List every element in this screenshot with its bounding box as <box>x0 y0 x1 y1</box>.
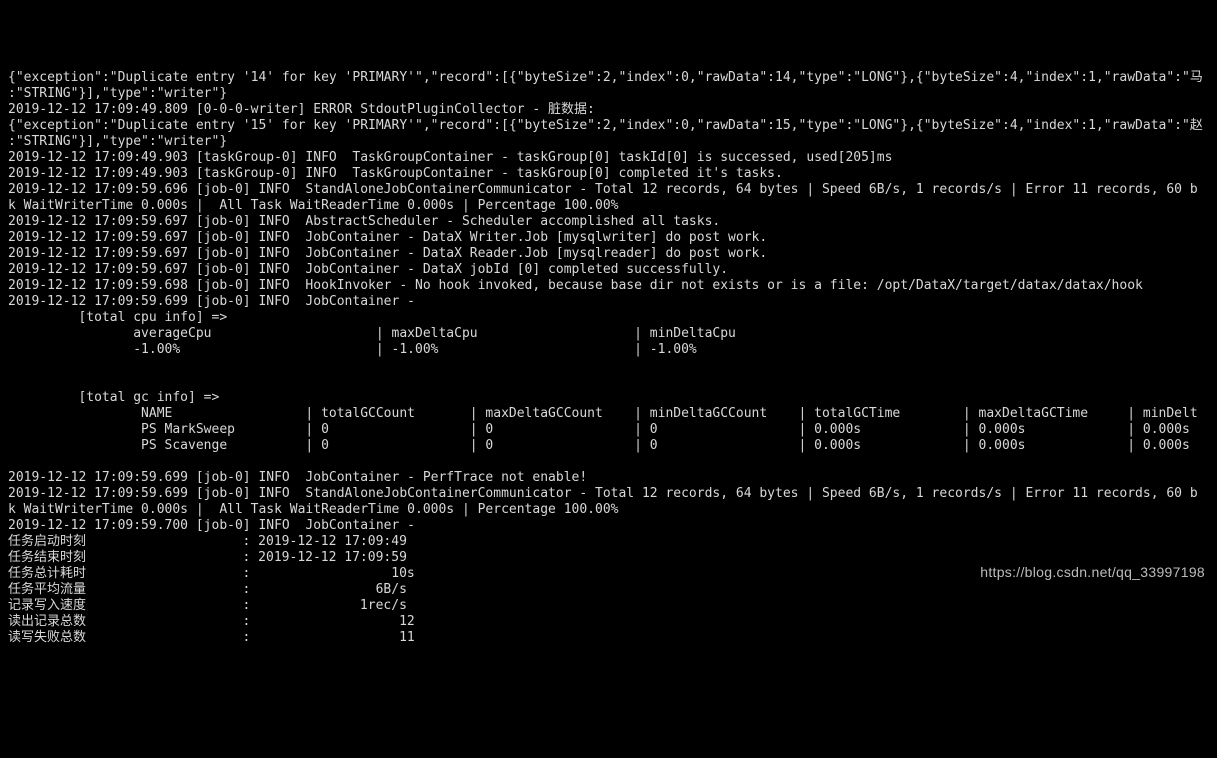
log-line: {"exception":"Duplicate entry '15' for k… <box>8 118 1209 134</box>
log-line: 2019-12-12 17:09:59.699 [job-0] INFO Job… <box>8 294 1209 310</box>
log-line: 2019-12-12 17:09:59.698 [job-0] INFO Hoo… <box>8 278 1209 294</box>
log-line: 2019-12-12 17:09:49.903 [taskGroup-0] IN… <box>8 150 1209 166</box>
terminal-output: {"exception":"Duplicate entry '14' for k… <box>8 70 1209 646</box>
log-line: 2019-12-12 17:09:59.697 [job-0] INFO Job… <box>8 246 1209 262</box>
log-line: 2019-12-12 17:09:59.697 [job-0] INFO Job… <box>8 262 1209 278</box>
log-line: 2019-12-12 17:09:59.700 [job-0] INFO Job… <box>8 518 1209 534</box>
log-line: 2019-12-12 17:09:59.696 [job-0] INFO Sta… <box>8 182 1209 198</box>
log-line: -1.00% | -1.00% | -1.00% <box>8 342 1209 358</box>
log-line: k WaitWriterTime 0.000s | All Task WaitR… <box>8 198 1209 214</box>
log-line: 2019-12-12 17:09:59.697 [job-0] INFO Abs… <box>8 214 1209 230</box>
log-line: 2019-12-12 17:09:59.699 [job-0] INFO Sta… <box>8 486 1209 502</box>
log-line: :"STRING"}],"type":"writer"} <box>8 86 1209 102</box>
log-line: PS MarkSweep | 0 | 0 | 0 | 0.000s | 0.00… <box>8 422 1209 438</box>
log-line <box>8 358 1209 374</box>
log-line: [total gc info] => <box>8 390 1209 406</box>
log-line: 记录写入速度 : 1rec/s <box>8 598 1209 614</box>
log-line: 2019-12-12 17:09:49.903 [taskGroup-0] IN… <box>8 166 1209 182</box>
log-line: [total cpu info] => <box>8 310 1209 326</box>
log-line: 任务启动时刻 : 2019-12-12 17:09:49 <box>8 534 1209 550</box>
log-line: NAME | totalGCCount | maxDeltaGCCount | … <box>8 406 1209 422</box>
log-line: 读写失败总数 : 11 <box>8 630 1209 646</box>
watermark-text: https://blog.csdn.net/qq_33997198 <box>980 564 1205 580</box>
log-line: {"exception":"Duplicate entry '14' for k… <box>8 70 1209 86</box>
log-line <box>8 374 1209 390</box>
log-line: PS Scavenge | 0 | 0 | 0 | 0.000s | 0.000… <box>8 438 1209 454</box>
log-line: averageCpu | maxDeltaCpu | minDeltaCpu <box>8 326 1209 342</box>
log-line: 2019-12-12 17:09:59.697 [job-0] INFO Job… <box>8 230 1209 246</box>
log-line: 2019-12-12 17:09:49.809 [0-0-0-writer] E… <box>8 102 1209 118</box>
log-line: 任务平均流量 : 6B/s <box>8 582 1209 598</box>
log-line: :"STRING"}],"type":"writer"} <box>8 134 1209 150</box>
log-line: k WaitWriterTime 0.000s | All Task WaitR… <box>8 502 1209 518</box>
log-line: 读出记录总数 : 12 <box>8 614 1209 630</box>
log-line <box>8 454 1209 470</box>
log-line: 2019-12-12 17:09:59.699 [job-0] INFO Job… <box>8 470 1209 486</box>
